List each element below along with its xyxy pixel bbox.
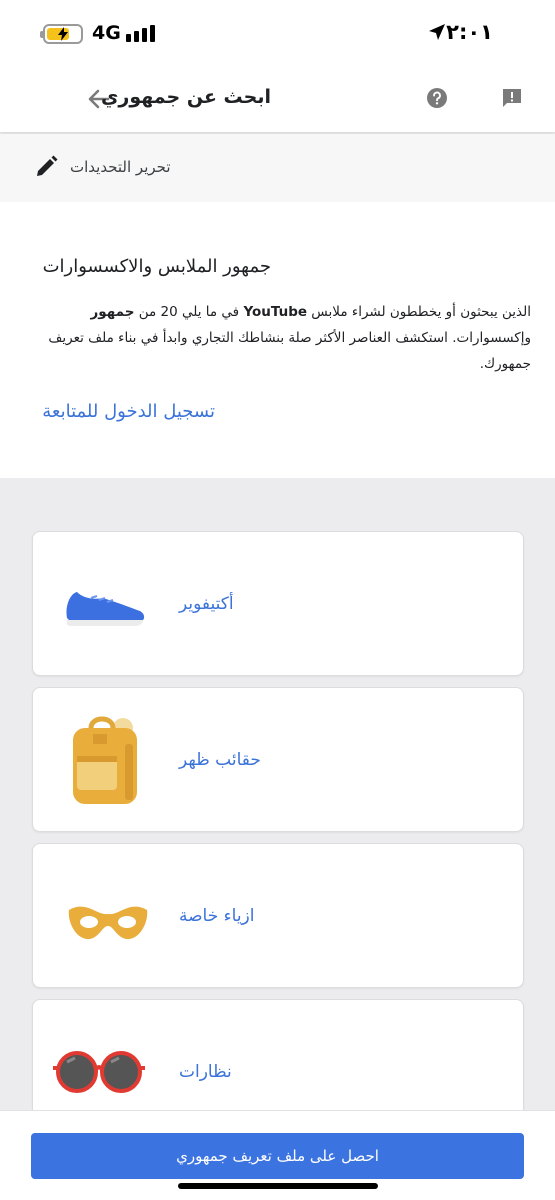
signal-icon bbox=[126, 24, 158, 42]
edit-selections-label: تحرير التحديدات bbox=[70, 158, 171, 176]
audience-description: الذين يبحثون أو يخططون لشراء ملابس YouTu… bbox=[48, 304, 531, 372]
audience-title: جمهور الملابس والاكسسوارات bbox=[42, 256, 271, 277]
card-label: أكتيفوير bbox=[179, 594, 234, 614]
page-title: ابحث عن جمهوري bbox=[101, 86, 271, 108]
card-costumes[interactable]: ازياء خاصة bbox=[32, 843, 524, 988]
feedback-icon[interactable] bbox=[501, 87, 523, 109]
sneaker-icon bbox=[66, 592, 145, 626]
get-audience-profile-button[interactable]: احصل على ملف تعريف جمهوري bbox=[31, 1133, 524, 1179]
home-indicator[interactable] bbox=[178, 1183, 378, 1189]
battery-icon bbox=[40, 24, 83, 44]
edit-selections-bar[interactable]: تحرير التحديدات bbox=[0, 134, 555, 202]
status-time: ٢:٠١ bbox=[446, 20, 493, 44]
signin-link[interactable]: تسجيل الدخول للمتابعة bbox=[42, 401, 215, 422]
bottom-bar: احصل على ملف تعريف جمهوري bbox=[0, 1110, 555, 1200]
card-label: نظارات bbox=[179, 1062, 232, 1082]
card-label: حقائب ظهر bbox=[179, 750, 261, 770]
card-label: ازياء خاصة bbox=[179, 906, 255, 926]
card-activewear[interactable]: أكتيفوير bbox=[32, 531, 524, 676]
pencil-icon bbox=[37, 155, 58, 176]
card-backpacks[interactable]: حقائب ظهر bbox=[32, 687, 524, 832]
eye-mask-icon bbox=[68, 906, 148, 940]
sunglasses-icon bbox=[53, 1051, 145, 1093]
app-header: ابحث عن جمهوري bbox=[0, 66, 555, 132]
audience-info: جمهور الملابس والاكسسوارات الذين يبحثون … bbox=[0, 202, 555, 478]
status-bar: 4G ٢:٠١ bbox=[0, 0, 555, 66]
help-circle-icon[interactable] bbox=[426, 87, 448, 109]
network-type: 4G bbox=[92, 22, 121, 44]
backpack-icon bbox=[73, 716, 137, 804]
location-arrow-icon bbox=[429, 24, 445, 40]
